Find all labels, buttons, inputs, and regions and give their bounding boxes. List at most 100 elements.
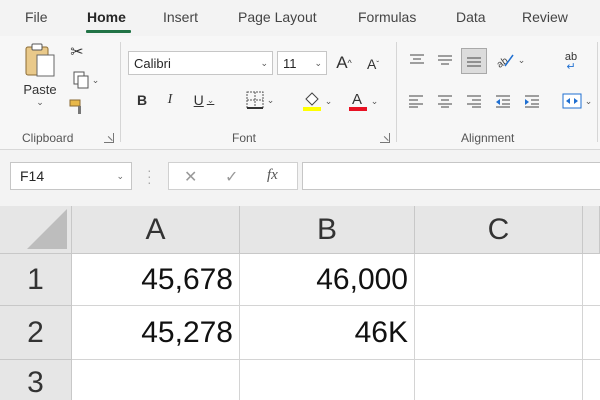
name-box[interactable]: F14 ⌄ [10, 162, 132, 190]
paste-label: Paste [23, 82, 57, 97]
align-center-button[interactable] [434, 90, 456, 112]
align-top-icon [410, 54, 424, 64]
font-family-select[interactable]: Calibri ⌄ [128, 51, 273, 75]
chevron-down-icon: ⌄ [324, 95, 333, 106]
copy-button[interactable]: ⌄ [66, 70, 106, 90]
align-middle-icon [438, 55, 452, 65]
cell-c1[interactable] [415, 254, 583, 306]
wrap-text-button[interactable]: ab ↵ [556, 50, 586, 74]
cell-b3[interactable] [240, 360, 415, 400]
tab-insert[interactable]: Insert [163, 9, 198, 25]
cell-d2[interactable] [583, 306, 600, 360]
fill-color-button[interactable]: ⌄ [296, 88, 338, 114]
chevron-down-icon: ⌄ [266, 94, 275, 105]
clipboard-launcher-icon[interactable] [104, 133, 114, 143]
paste-icon [25, 43, 55, 77]
orientation-button[interactable]: ab ⌄ [493, 50, 527, 70]
underline-button[interactable]: U ⌄ [186, 88, 222, 112]
shrink-font-icon: A [366, 56, 377, 72]
align-center-icon [438, 95, 452, 108]
align-bottom-icon [467, 57, 481, 67]
alignment-group-label: Alignment [461, 131, 515, 145]
tab-page-layout[interactable]: Page Layout [238, 9, 317, 25]
chevron-down-icon: ⌄ [36, 97, 44, 107]
tab-review[interactable]: Review [522, 9, 568, 25]
cell-d1[interactable] [583, 254, 600, 306]
chevron-down-icon: ⌄ [116, 171, 124, 181]
tab-data[interactable]: Data [456, 9, 486, 25]
group-divider [597, 42, 598, 142]
group-divider [396, 42, 397, 142]
shrink-font-button[interactable]: Aˇ [362, 53, 384, 75]
cell-b1[interactable]: 46,000 [240, 254, 415, 306]
name-box-value: F14 [20, 168, 45, 184]
chevron-down-icon: ⌄ [314, 58, 322, 68]
insert-function-icon[interactable]: fx [267, 167, 278, 184]
row-header-2[interactable]: 2 [0, 306, 72, 360]
cell-a3[interactable] [72, 360, 240, 400]
ribbon-tabs: File Home Insert Page Layout Formulas Da… [0, 0, 600, 36]
column-header-a[interactable]: A [72, 206, 240, 254]
paintbrush-icon [69, 99, 81, 114]
column-header-d[interactable] [583, 206, 600, 254]
borders-button[interactable]: ⌄ [240, 88, 280, 112]
align-left-icon [409, 95, 423, 108]
cell-a1[interactable]: 45,678 [72, 254, 240, 306]
align-right-button[interactable] [463, 90, 485, 112]
clipboard-group-label: Clipboard [22, 131, 74, 145]
font-color-button[interactable]: A ⌄ [342, 88, 384, 114]
align-right-icon [467, 95, 481, 108]
merge-center-button[interactable]: ⌄ [557, 90, 597, 112]
column-header-b[interactable]: B [240, 206, 415, 254]
active-tab-indicator [86, 30, 131, 33]
top-align-button[interactable] [407, 50, 427, 70]
chevron-down-icon: ⌄ [260, 58, 268, 68]
merge-center-icon [562, 93, 582, 109]
chevron-down-icon: ⌄ [517, 54, 526, 65]
cell-c3[interactable] [415, 360, 583, 400]
font-size-select[interactable]: 11 ⌄ [277, 51, 327, 75]
borders-icon [246, 91, 264, 109]
cancel-entry-icon[interactable]: ✕ [184, 167, 197, 187]
format-painter-button[interactable] [66, 96, 88, 118]
tab-formulas[interactable]: Formulas [358, 9, 416, 25]
bottom-align-button[interactable] [461, 48, 487, 74]
font-family-value: Calibri [134, 55, 171, 71]
tab-file[interactable]: File [25, 9, 48, 25]
select-all-button[interactable] [0, 206, 72, 254]
formula-bar-buttons: ✕ ✓ fx [168, 162, 298, 190]
decrease-indent-icon [496, 95, 510, 108]
underline-icon: U [193, 92, 204, 108]
cut-button[interactable]: ✂ [66, 42, 88, 62]
cell-d3[interactable] [583, 360, 600, 400]
tab-home[interactable]: Home [87, 9, 126, 25]
paint-bucket-icon [302, 92, 321, 111]
italic-button[interactable]: I [160, 88, 180, 112]
italic-icon: I [167, 92, 173, 107]
font-launcher-icon[interactable] [380, 133, 390, 143]
bold-button[interactable]: B [132, 88, 152, 112]
align-left-button[interactable] [405, 90, 427, 112]
column-header-c[interactable]: C [415, 206, 583, 254]
paste-button[interactable]: Paste ⌄ [18, 42, 62, 108]
row-header-3[interactable]: 3 [0, 360, 72, 400]
ribbon: Paste ⌄ ✂ ⌄ Clipboard Calibri ⌄ 11 ⌄ A ^ … [0, 36, 600, 150]
middle-align-button[interactable] [435, 50, 455, 70]
increase-indent-button[interactable] [521, 90, 543, 112]
grow-font-icon: A [336, 53, 348, 72]
formula-bar-grip-icon[interactable]: · · · [147, 163, 152, 189]
cell-a2[interactable]: 45,278 [72, 306, 240, 360]
increase-indent-icon [525, 95, 539, 108]
row-header-1[interactable]: 1 [0, 254, 72, 306]
grow-font-button[interactable]: A ^ [333, 51, 355, 75]
formula-bar: F14 ⌄ · · · ✕ ✓ fx [0, 150, 600, 206]
confirm-entry-icon[interactable]: ✓ [225, 167, 238, 187]
cell-b2[interactable]: 46K [240, 306, 415, 360]
decrease-indent-button[interactable] [492, 90, 514, 112]
select-all-icon [27, 209, 67, 249]
svg-text:A: A [352, 91, 362, 108]
formula-input[interactable] [302, 162, 600, 190]
font-group-label: Font [232, 131, 257, 145]
font-size-value: 11 [283, 55, 297, 71]
cell-c2[interactable] [415, 306, 583, 360]
